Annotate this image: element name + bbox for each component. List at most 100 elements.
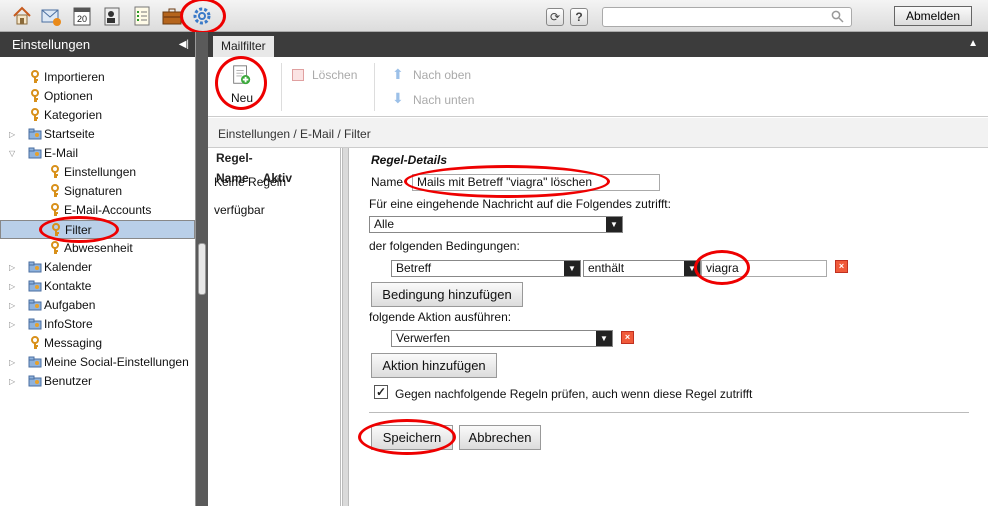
settings-tree: Importieren Optionen Kategorien ▷ Startseite… <box>0 57 195 391</box>
sidebar-item-importieren[interactable]: Importieren <box>0 68 195 87</box>
sidebar-item-label: Optionen <box>44 89 93 103</box>
folder-key-icon <box>28 298 42 312</box>
sidebar-item-label: Filter <box>65 223 92 237</box>
search-input[interactable] <box>602 7 852 27</box>
expanded-arrow-icon[interactable]: ▽ <box>9 144 19 163</box>
top-toolbar: 20 ⟳ ? Abmelden <box>0 0 988 32</box>
save-button[interactable]: Speichern <box>371 425 453 450</box>
infostore-icon[interactable] <box>160 4 184 28</box>
home-icon[interactable] <box>10 4 34 28</box>
sidebar-item-label: Importieren <box>44 70 105 84</box>
sidebar-item-label: Benutzer <box>44 374 93 388</box>
condition-value-input[interactable]: viagra <box>701 260 827 277</box>
sidebar-item-abwesenheit[interactable]: Abwesenheit <box>0 239 195 258</box>
help-button[interactable]: ? <box>570 8 588 26</box>
sidebar-item-e-mail-accounts[interactable]: E-Mail-Accounts <box>0 201 195 220</box>
applies-label: Für eine eingehende Nachricht auf die Fo… <box>369 197 671 211</box>
collapsed-arrow-icon[interactable]: ▷ <box>9 277 19 296</box>
new-button[interactable]: Neu <box>231 91 253 105</box>
logout-button[interactable]: Abmelden <box>894 6 972 26</box>
continue-checkbox[interactable]: ✓ <box>374 385 388 399</box>
collapsed-arrow-icon[interactable]: ▷ <box>9 258 19 277</box>
mail-icon[interactable] <box>39 4 63 28</box>
settings-sidebar: Einstellungen ◀| Importieren Optionen Kate… <box>0 32 196 506</box>
folder-key-icon <box>28 317 42 331</box>
collapse-sidebar-icon[interactable]: ◀| <box>179 32 189 57</box>
sidebar-item-meine-social-einstellungen[interactable]: ▷ Meine Social-Einstellungen <box>0 353 195 372</box>
sidebar-item-startseite[interactable]: ▷ Startseite <box>0 125 195 144</box>
refresh-button[interactable]: ⟳ <box>546 8 564 26</box>
sidebar-item-label: Signaturen <box>64 184 123 198</box>
sidebar-item-benutzer[interactable]: ▷ Benutzer <box>0 372 195 391</box>
sidebar-item-kontakte[interactable]: ▷ Kontakte <box>0 277 195 296</box>
sidebar-item-optionen[interactable]: Optionen <box>0 87 195 106</box>
cancel-button[interactable]: Abbrechen <box>459 425 541 450</box>
sidebar-item-label: Messaging <box>44 336 103 350</box>
collapsed-arrow-icon[interactable]: ▷ <box>9 125 19 144</box>
arrow-up-icon: ⬆ <box>392 66 404 82</box>
move-up-button[interactable]: Nach oben <box>413 68 471 82</box>
sidebar-item-label: InfoStore <box>44 317 93 331</box>
key-icon <box>49 223 63 237</box>
action-toolbar: Neu Löschen ⬆ Nach oben ⬇ Nach unten <box>208 57 988 117</box>
sidebar-item-label: E-Mail <box>44 146 79 160</box>
key-icon <box>28 89 42 103</box>
new-rule-icon[interactable] <box>230 64 254 88</box>
sidebar-item-label: Abwesenheit <box>64 241 133 255</box>
folder-key-icon <box>28 260 42 274</box>
add-condition-button[interactable]: Bedingung hinzufügen <box>371 282 523 307</box>
collapsed-arrow-icon[interactable]: ▷ <box>9 372 19 391</box>
chevron-down-icon: ▼ <box>606 217 622 232</box>
delete-button[interactable]: Löschen <box>312 68 357 82</box>
key-icon <box>28 108 42 122</box>
collapsed-arrow-icon[interactable]: ▷ <box>9 296 19 315</box>
sidebar-item-infostore[interactable]: ▷ InfoStore <box>0 315 195 334</box>
action-select[interactable]: Verwerfen ▼ <box>391 330 613 347</box>
condition-field-select[interactable]: Betreff ▼ <box>391 260 581 277</box>
details-heading: Regel-Details <box>371 153 448 167</box>
condition-operator-select[interactable]: enthält ▼ <box>583 260 701 277</box>
sidebar-item-label: Aufgaben <box>44 298 96 312</box>
sidebar-item-filter[interactable]: Filter <box>0 220 195 239</box>
tab-bar: Mailfilter ▲ <box>208 32 988 57</box>
calendar-day: 20 <box>77 14 87 24</box>
search-icon[interactable] <box>831 10 845 24</box>
rule-name-input[interactable]: Mails mit Betreff "viagra" löschen <box>412 174 660 191</box>
applies-select[interactable]: Alle ▼ <box>369 216 623 233</box>
chevron-down-icon: ▼ <box>596 331 612 346</box>
sidebar-header: Einstellungen ◀| <box>0 32 195 57</box>
chevron-down-icon: ▼ <box>564 261 580 276</box>
calendar-icon[interactable]: 20 <box>70 4 94 28</box>
sidebar-item-aufgaben[interactable]: ▷ Aufgaben <box>0 296 195 315</box>
action-label: folgende Aktion ausführen: <box>369 310 512 324</box>
arrow-down-icon: ⬇ <box>392 90 404 106</box>
sidebar-item-kategorien[interactable]: Kategorien <box>0 106 195 125</box>
move-down-button[interactable]: Nach unten <box>413 93 474 107</box>
sidebar-item-label: Einstellungen <box>64 165 137 179</box>
collapsed-arrow-icon[interactable]: ▷ <box>9 315 19 334</box>
sidebar-item-label: E-Mail-Accounts <box>64 203 152 217</box>
sidebar-item-e-mail[interactable]: ▽ E-Mail <box>0 144 195 163</box>
sidebar-item-signaturen[interactable]: Signaturen <box>0 182 195 201</box>
collapsed-arrow-icon[interactable]: ▷ <box>9 353 19 372</box>
remove-condition-icon[interactable]: × <box>835 260 848 273</box>
sidebar-item-einstellungen[interactable]: Einstellungen <box>0 163 195 182</box>
sidebar-item-label: Meine Social-Einstellungen <box>44 355 189 369</box>
sidebar-item-messaging[interactable]: Messaging <box>0 334 195 353</box>
tab-mailfilter[interactable]: Mailfilter <box>213 36 274 57</box>
sidebar-item-kalender[interactable]: ▷ Kalender <box>0 258 195 277</box>
pane-splitter[interactable] <box>342 148 349 506</box>
action-select-value: Verwerfen <box>396 331 451 345</box>
key-icon <box>28 336 42 350</box>
main-content: Mailfilter ▲ Neu Löschen ⬆ Nach oben ⬇ N… <box>208 32 988 506</box>
maximize-icon[interactable]: ▲ <box>968 38 978 49</box>
remove-action-icon[interactable]: × <box>621 331 634 344</box>
add-action-button[interactable]: Aktion hinzufügen <box>371 353 497 378</box>
key-icon <box>48 165 62 179</box>
sidebar-title: Einstellungen <box>12 37 91 52</box>
settings-icon[interactable] <box>190 4 214 28</box>
tasks-icon[interactable] <box>130 4 154 28</box>
folder-key-icon <box>28 279 42 293</box>
sidebar-scroll-handle[interactable] <box>198 243 206 295</box>
contacts-icon[interactable] <box>100 4 124 28</box>
